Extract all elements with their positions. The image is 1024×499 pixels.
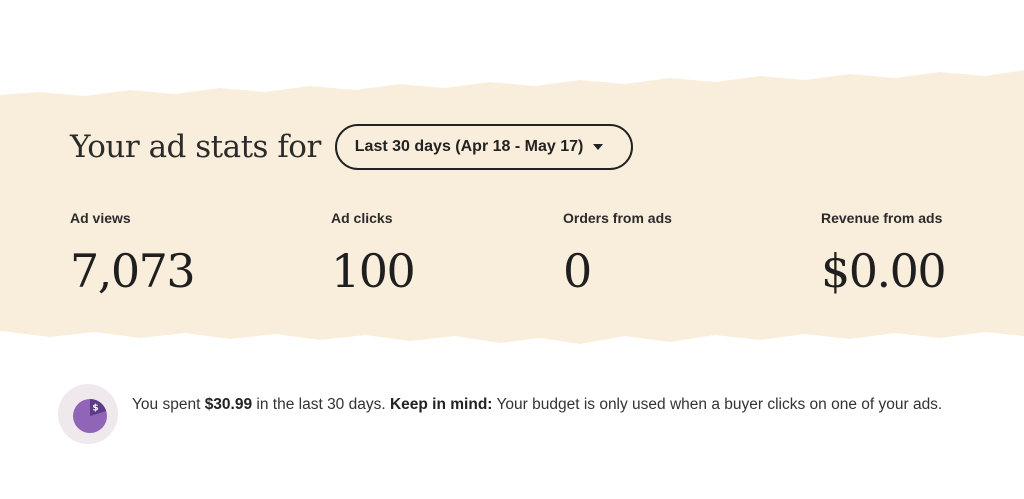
spent-amount: $30.99 (204, 396, 253, 413)
stat-value: $0.00 (821, 244, 947, 298)
stat-label: Orders from ads (563, 210, 672, 226)
date-range-label: Last 30 days (Apr 18 - May 17) (354, 138, 584, 155)
dollar-glyph: $ (92, 404, 98, 414)
stat-ad-clicks: Ad clicks 100 (331, 210, 416, 298)
stat-ad-views: Ad views 7,073 (70, 210, 196, 298)
ad-stats-page: Your ad stats for Last 30 days (Apr 18 -… (0, 0, 1024, 499)
stat-orders-from-ads: Orders from ads 0 (563, 210, 672, 298)
note-text-part: in the last 30 days. (252, 396, 390, 413)
torn-paper-background (0, 70, 1024, 344)
stat-value: 0 (563, 244, 592, 298)
stat-revenue-from-ads: Revenue from ads $0.00 (821, 210, 947, 298)
stat-label: Ad views (70, 210, 131, 226)
budget-note: $ You spent $30.99 in the last 30 days. … (58, 384, 952, 444)
caret-down-icon (593, 144, 604, 150)
page-title: Your ad stats for (70, 129, 321, 165)
stat-value: 7,073 (70, 244, 196, 298)
stat-value: 100 (331, 244, 416, 298)
keep-in-mind-label: Keep in mind: (389, 396, 493, 413)
note-text-part: Your budget is only used when a buyer cl… (492, 396, 943, 413)
stat-label: Revenue from ads (821, 210, 943, 226)
budget-pie-icon: $ (58, 384, 118, 444)
budget-note-text: You spent $30.99 in the last 30 days. Ke… (132, 392, 952, 418)
heading-row: Your ad stats for Last 30 days (Apr 18 -… (70, 124, 634, 170)
note-text-part: You spent (132, 396, 205, 413)
stat-label: Ad clicks (331, 210, 393, 226)
date-range-dropdown[interactable]: Last 30 days (Apr 18 - May 17) (334, 124, 634, 170)
